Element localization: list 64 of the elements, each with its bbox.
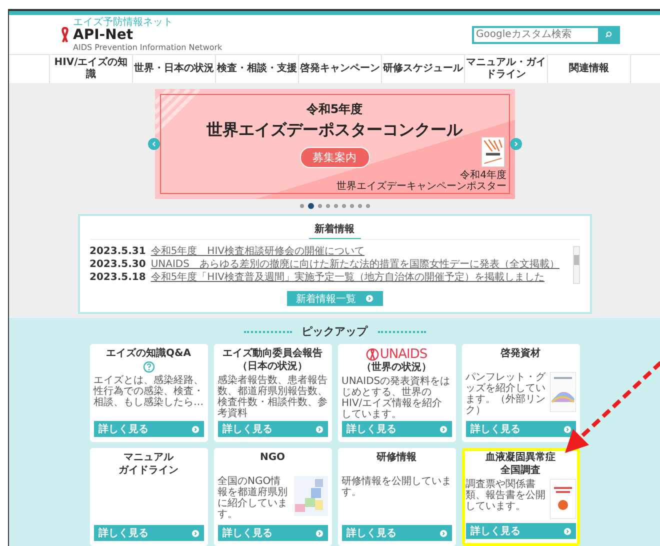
search-icon [604, 31, 612, 38]
news-date: 2023.5.31 [90, 246, 146, 258]
news-date: 2023.5.30 [90, 259, 146, 271]
card-text: UNAIDSの発表資料をはじめとする、世界のHIV/エイズ情報を紹介しています。 [342, 376, 452, 421]
card-title: 全国調査 [500, 465, 540, 477]
question-icon [142, 361, 154, 373]
arrow-circle-icon [316, 530, 322, 536]
card-text: 研修情報を公開しています。 [342, 476, 452, 500]
news-title: 新着情報 [308, 220, 360, 240]
arrow-circle-icon [366, 295, 373, 302]
card-title: ガイドライン [118, 465, 178, 477]
news-link[interactable]: UNAIDS あらゆる差別の撤廃に向けた新たな法的措置を国際女性デーに発表（全文掲載） [150, 259, 560, 271]
unaids-logo-text: UNAIDS [380, 348, 428, 361]
logo-subtitle: AIDS Prevention Information Network [73, 43, 222, 52]
arrow-circle-icon [440, 530, 446, 536]
chevron-left-icon [150, 141, 156, 147]
carousel-dot[interactable] [318, 204, 322, 208]
card-title: 啓発資材 [500, 348, 540, 360]
chevron-right-icon [512, 141, 518, 147]
arrow-circle-icon [316, 426, 322, 432]
carousel-dot[interactable] [326, 204, 330, 208]
news-date: 2023.5.18 [90, 272, 146, 284]
carousel-dot[interactable] [342, 204, 346, 208]
card-title: 研修情報 [376, 452, 416, 464]
arrow-circle-icon [192, 530, 198, 536]
search-field[interactable]: Googleカスタム検索 [472, 26, 620, 44]
scrollbar[interactable] [572, 246, 580, 284]
search-button[interactable] [598, 28, 618, 42]
poster-caption: 令和4年度 [460, 170, 506, 181]
carousel-dot[interactable] [350, 204, 354, 208]
ribbon-logo-icon [366, 348, 379, 361]
news-link[interactable]: 令和5年度「HIV検査普及週間」実施予定一覧（地方自治体の開催予定）を掲載しました [150, 272, 544, 284]
card-text: 調査票や関係書類、報告書を公開しています。 [466, 479, 546, 514]
card-text: 感染者報告数、患者報告数、都道府県別報告数、検査件数・相談件数、参考資料 [218, 375, 328, 421]
arrow-circle-icon [564, 528, 570, 534]
card-title: （世界の状況） [362, 362, 432, 374]
card-title: （日本の状況） [238, 361, 308, 373]
ribbon-icon [61, 26, 69, 43]
poster-caption: 世界エイズデーキャンペーンポスター [336, 181, 506, 192]
card-text: エイズとは、感染経路、性行為での感染、検査・相談、もし感染したら… [94, 375, 204, 410]
card-text: パンフレット・グッズを紹介しています。（外部リンク） [466, 372, 546, 418]
card-title: 血液凝固異常症 [486, 452, 556, 464]
banner-title: 世界エイズデーポスターコンクール [206, 120, 462, 141]
arrow-circle-icon [192, 426, 198, 432]
banner[interactable]: 令和5年度 世界エイズデーポスターコンクール 募集案内 令和4年度 世界エイズデーキャンペーンポスター [154, 89, 514, 199]
card-title: NGO [260, 452, 286, 464]
arrow-circle-icon [440, 426, 446, 432]
carousel-dot[interactable] [300, 204, 304, 208]
banner-year: 令和5年度 [306, 101, 363, 118]
card-title: エイズの知識Q&A [106, 348, 191, 360]
card-text: 全国のNGO情報を都道府県別に紹介しています。 [218, 476, 288, 522]
logo-title: API-Net [73, 28, 134, 44]
guide-button[interactable]: 募集案内 [300, 147, 370, 168]
prev-button[interactable] [148, 138, 160, 150]
carousel-dot[interactable] [308, 203, 314, 209]
section-title: ピックアップ [302, 324, 368, 339]
card-title: マニュアル [124, 452, 174, 464]
carousel-dot[interactable] [334, 204, 338, 208]
arrow-circle-icon [564, 426, 570, 432]
carousel-dot[interactable] [366, 204, 370, 208]
card-title: エイズ動向委員会報告 [222, 348, 322, 360]
carousel-dot[interactable] [358, 204, 362, 208]
news-link[interactable]: 令和5年度 HIV検査相談研修会の開催について [150, 246, 364, 258]
logo-caption: エイズ予防情報ネット [73, 17, 173, 28]
